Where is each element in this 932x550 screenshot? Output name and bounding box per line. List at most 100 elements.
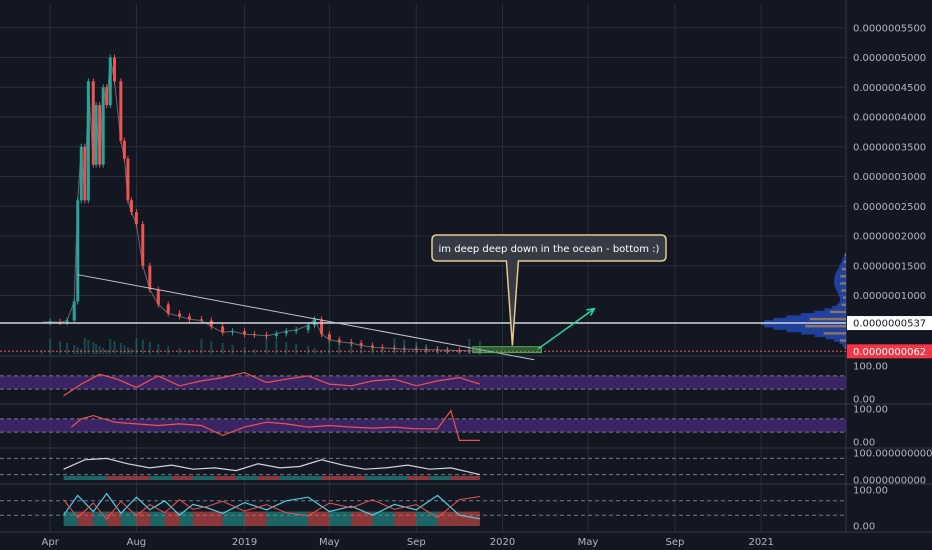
price-candle bbox=[134, 212, 138, 225]
date-axis-label: 2021 bbox=[748, 537, 773, 548]
volume-profile-bar bbox=[824, 308, 846, 311]
price-candle bbox=[65, 320, 69, 323]
indicator-fill-block bbox=[429, 475, 451, 480]
price-candle bbox=[83, 146, 87, 201]
price-axis-label: 0.0000001500 bbox=[853, 261, 926, 272]
price-candle bbox=[294, 330, 298, 332]
volume-bar bbox=[126, 347, 129, 354]
indicator-fill-block bbox=[149, 475, 172, 480]
volume-bar bbox=[102, 348, 105, 354]
price-axis-label: 0.0000004500 bbox=[853, 83, 926, 94]
date-axis-label: Aug bbox=[127, 537, 147, 548]
price-candle bbox=[349, 341, 353, 344]
volume-profile-bar-accent bbox=[840, 282, 846, 285]
indicator-fill-block bbox=[171, 475, 193, 480]
date-axis-label: Apr bbox=[42, 537, 60, 548]
volume-bar bbox=[415, 342, 418, 354]
indicator-top-label: 100.00 bbox=[853, 486, 888, 497]
current-badge-label: 0.0000000062 bbox=[853, 347, 926, 358]
price-candle bbox=[108, 57, 112, 106]
volume-bar bbox=[350, 343, 353, 354]
indicator-fill-block bbox=[77, 511, 94, 526]
price-candle bbox=[126, 158, 130, 201]
price-candle bbox=[148, 265, 152, 290]
indicator-fill-block bbox=[321, 475, 343, 480]
volume-bar bbox=[157, 344, 160, 354]
indicator-fill-block bbox=[236, 475, 258, 480]
indicator-fill-block bbox=[93, 511, 107, 526]
price-candle bbox=[313, 319, 317, 326]
volume-profile-bar bbox=[842, 343, 846, 347]
volume-profile-bar-accent bbox=[829, 310, 846, 314]
indicator-fill-block bbox=[416, 511, 438, 526]
price-axis-label: 0.0000003000 bbox=[853, 172, 926, 183]
price-candle bbox=[129, 200, 133, 213]
volume-profile-bar-accent bbox=[840, 274, 846, 278]
price-candle bbox=[187, 316, 191, 320]
volume-profile-bar bbox=[839, 341, 846, 345]
crypto-chart[interactable]: 100.000.00100.000.00100.00000000000.0000… bbox=[0, 0, 932, 550]
volume-profile-bar bbox=[835, 286, 846, 290]
volume-profile-bar bbox=[773, 327, 846, 330]
price-candle bbox=[112, 57, 116, 82]
price-axis-label: 0.0000003500 bbox=[853, 142, 926, 153]
volume-profile-bar-accent bbox=[845, 346, 846, 349]
volume-profile-bar bbox=[786, 329, 846, 333]
price-candle bbox=[101, 87, 105, 165]
volume-profile-bar-accent bbox=[823, 332, 846, 335]
indicator-fill-block bbox=[450, 475, 480, 480]
volume-bar bbox=[338, 341, 341, 354]
price-candle bbox=[91, 81, 95, 165]
price-candle bbox=[221, 326, 225, 333]
indicator-fill-block bbox=[266, 511, 287, 526]
indicator-fill-block bbox=[407, 475, 430, 480]
indicator-fill-block bbox=[437, 511, 460, 526]
volume-bar bbox=[141, 340, 144, 354]
price-axis-label: 0.0000004000 bbox=[853, 113, 926, 124]
volume-profile-bar bbox=[839, 301, 846, 304]
price-candle bbox=[166, 304, 170, 314]
volume-profile-bar bbox=[814, 334, 846, 337]
indicator-fill-block bbox=[244, 511, 267, 526]
indicator-fill-block bbox=[127, 475, 150, 480]
price-candle bbox=[284, 331, 288, 334]
volume-profile-bar bbox=[800, 313, 846, 316]
volume-profile-bar bbox=[837, 291, 846, 295]
volume-bar bbox=[188, 350, 191, 354]
indicator-band bbox=[0, 418, 846, 433]
volume-bar bbox=[221, 343, 224, 354]
volume-profile-bar-accent bbox=[841, 303, 846, 307]
price-candle bbox=[243, 331, 247, 335]
resistance-badge-label: 0.0000000537 bbox=[853, 319, 926, 330]
indicator-fill-block bbox=[394, 511, 417, 526]
indicator-fill-block bbox=[214, 475, 237, 480]
volume-bar bbox=[210, 341, 213, 354]
indicator-fill-block bbox=[299, 475, 322, 480]
volume-profile-bar-accent bbox=[809, 317, 846, 321]
volume-bar bbox=[275, 340, 278, 354]
volume-bar bbox=[148, 342, 151, 354]
volume-bar bbox=[436, 346, 439, 354]
volume-profile-bar bbox=[838, 294, 846, 297]
volume-profile-bar bbox=[832, 305, 846, 309]
volume-bar bbox=[87, 340, 90, 354]
volume-bar bbox=[425, 344, 428, 354]
price-candle bbox=[105, 87, 109, 106]
indicator-fill-block bbox=[222, 511, 245, 526]
volume-profile-bar-accent bbox=[842, 296, 846, 299]
price-candle bbox=[98, 105, 102, 165]
volume-profile-bar-accent bbox=[840, 339, 846, 342]
volume-bar bbox=[66, 343, 69, 354]
volume-bar bbox=[371, 347, 374, 354]
date-axis-label: 2019 bbox=[232, 537, 257, 548]
indicator-top-label: 100.00 bbox=[853, 362, 888, 373]
indicator-fill-block bbox=[106, 475, 128, 480]
volume-bar bbox=[231, 345, 234, 354]
volume-profile-bar bbox=[840, 298, 846, 302]
price-axis-label: 0.0000005000 bbox=[853, 53, 926, 64]
volume-profile-bar bbox=[843, 255, 846, 259]
price-candle bbox=[94, 105, 98, 165]
price-candle bbox=[327, 334, 331, 340]
price-candle bbox=[72, 301, 76, 321]
price-candle bbox=[76, 200, 80, 302]
